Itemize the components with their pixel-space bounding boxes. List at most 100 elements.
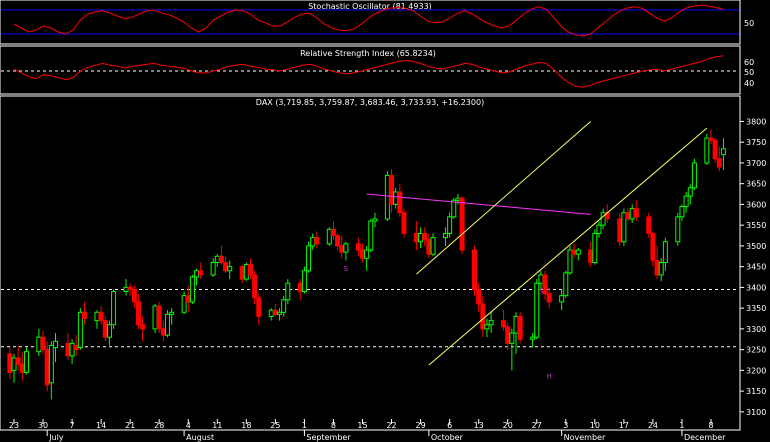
month-label: November <box>564 433 606 442</box>
candle-body <box>476 288 482 305</box>
candle-body <box>679 205 685 218</box>
candle-body <box>297 282 303 293</box>
candle-body <box>156 305 162 330</box>
price-tick-label: 3500 <box>746 242 766 251</box>
price-tick-label: 3700 <box>746 159 766 168</box>
candle-body <box>442 232 448 239</box>
candle-body <box>214 255 220 264</box>
candle-body <box>198 270 204 276</box>
candle-body <box>372 218 378 222</box>
candle-body <box>252 274 258 299</box>
candle-body <box>472 249 478 290</box>
price-frame <box>0 95 741 431</box>
pattern-annotation: S <box>344 265 349 273</box>
date-tick-label: 28 <box>154 421 164 430</box>
candle-body <box>189 276 195 303</box>
price-tick-label: 3800 <box>746 117 766 126</box>
candle-body <box>708 137 714 141</box>
candle-body <box>243 264 249 280</box>
candle-body <box>542 274 548 295</box>
candle-body <box>281 299 287 313</box>
date-tick-label: 7 <box>70 421 75 430</box>
candle-body <box>633 208 639 218</box>
candle-body <box>310 237 316 247</box>
stochastic-panel: Stochastic Oscillator (81.4933) 50 <box>0 0 754 45</box>
month-label: December <box>684 433 726 442</box>
date-tick-label: 10 <box>590 421 600 430</box>
candle-body <box>675 216 681 243</box>
date-tick-label: 23 <box>9 421 19 430</box>
candle-body <box>11 357 17 371</box>
candle-body <box>106 324 112 338</box>
candle-body <box>19 363 25 373</box>
candle-body <box>629 208 635 220</box>
candle-body <box>517 315 523 340</box>
candle-body <box>530 336 536 340</box>
date-tick-label: 1 <box>679 421 684 430</box>
pattern-annotation: H <box>547 373 552 381</box>
candle-body <box>48 344 54 384</box>
candle-body <box>621 212 627 243</box>
candle-body <box>401 212 407 234</box>
candle-body <box>600 212 606 226</box>
candle-body <box>563 272 569 297</box>
candle-body <box>194 270 200 278</box>
price-title: DAX (3,719.85, 3,759.87, 3,683.46, 3,733… <box>256 98 484 107</box>
rsi-tick-label: 60 <box>744 58 754 67</box>
candle-body <box>335 235 341 247</box>
candle-body <box>650 232 656 261</box>
candle-body <box>538 274 544 284</box>
candle-body <box>277 311 283 315</box>
candle-body <box>393 191 399 205</box>
month-label: October <box>431 433 464 442</box>
date-tick-label: 14 <box>96 421 106 430</box>
candle-body <box>559 295 565 303</box>
candle-body <box>447 216 453 234</box>
candle-body <box>82 311 88 320</box>
pattern-annotation: S <box>539 288 544 296</box>
candle-body <box>567 249 573 274</box>
candle-body <box>488 320 494 326</box>
candle-body <box>397 191 403 214</box>
candle-body <box>451 199 457 218</box>
date-tick-label: 11 <box>212 421 222 430</box>
candle-body <box>247 264 253 276</box>
candle-body <box>73 344 79 351</box>
rsi-tick-label: 50 <box>744 68 754 77</box>
candle-body <box>484 324 490 330</box>
candle-body <box>704 137 710 164</box>
candle-body <box>227 266 233 272</box>
month-label: August <box>186 433 214 442</box>
candle-body <box>360 249 365 259</box>
candle-body <box>135 301 141 326</box>
candle-body <box>658 262 664 276</box>
price-tick-label: 3450 <box>746 263 766 272</box>
date-tick-label: 8 <box>331 421 336 430</box>
candle-body <box>546 293 552 303</box>
candle-body <box>127 286 133 290</box>
candle-body <box>691 162 697 189</box>
price-tick-label: 3400 <box>746 283 766 292</box>
price-tick-label: 3150 <box>746 387 766 396</box>
candle-body <box>239 266 245 280</box>
candle-body <box>384 174 390 220</box>
candle-body <box>617 218 623 243</box>
candle-body <box>343 243 349 253</box>
candle-body <box>413 232 419 243</box>
candle-body <box>23 351 29 373</box>
candle-body <box>654 259 660 276</box>
candle-body <box>140 324 146 330</box>
candle-body <box>571 249 577 255</box>
price-tick-label: 3300 <box>746 325 766 334</box>
candle-body <box>285 282 291 301</box>
date-tick-label: 25 <box>270 421 280 430</box>
candle-body <box>716 158 722 168</box>
candle-body <box>301 270 307 293</box>
date-tick-label: 1 <box>302 421 307 430</box>
candle-body <box>575 249 581 255</box>
candle-body <box>326 228 332 245</box>
date-tick-label: 20 <box>503 421 513 430</box>
date-tick-label: 6 <box>447 421 452 430</box>
candle-body <box>389 174 395 205</box>
candle-body <box>355 243 361 251</box>
